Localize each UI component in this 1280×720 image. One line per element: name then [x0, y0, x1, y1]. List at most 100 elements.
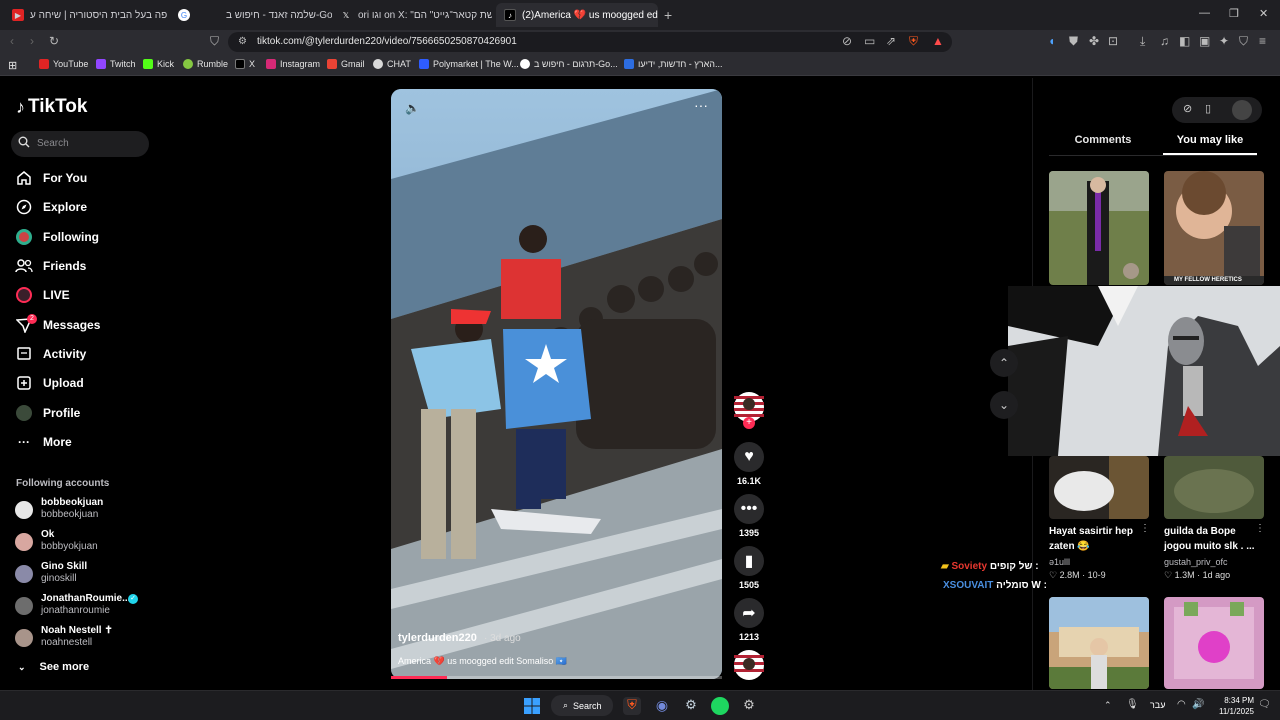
language-indicator[interactable]: עבר — [1150, 700, 1165, 710]
follow-plus-icon[interactable]: + — [743, 417, 755, 429]
bookmark-instagram[interactable]: Instagram — [266, 59, 320, 69]
discord-icon[interactable]: ◉ — [653, 697, 671, 715]
sidebar-icon[interactable]: ◧ — [1179, 34, 1190, 48]
like-button[interactable]: ♥ 16.1K — [734, 442, 764, 486]
video-author[interactable]: ə1ulll — [1049, 557, 1070, 567]
bookmark-haaretz[interactable]: הארץ - חדשות, ידיעו... — [624, 59, 723, 69]
more-options-icon[interactable]: ⋮ — [1140, 523, 1150, 534]
downloads-icon[interactable]: ⤓ — [1140, 34, 1145, 49]
back-icon[interactable]: ‹ — [10, 34, 14, 48]
settings-icon[interactable]: ⚙ — [740, 697, 758, 715]
video-author[interactable]: tylerdurden220 — [398, 632, 477, 644]
notifications-icon[interactable]: 🗨 — [1258, 699, 1271, 710]
video-thumbnail[interactable] — [1049, 456, 1149, 519]
mute-site-icon[interactable]: ⊘ — [842, 34, 852, 48]
url-text[interactable]: tiktok.com/@tylerdurden220/video/7566650… — [257, 36, 517, 47]
video-player[interactable]: 🔈 ··· — [391, 89, 722, 679]
wallet-icon[interactable]: ◖ — [1048, 34, 1055, 48]
tab-you-may-like[interactable]: You may like — [1163, 134, 1257, 146]
forward-icon[interactable]: › — [30, 34, 34, 48]
speaker-icon[interactable]: 🔊 — [1192, 699, 1204, 710]
reload-icon[interactable]: ↻ — [49, 34, 59, 48]
volume-icon[interactable]: 🔈 — [405, 101, 420, 115]
vpn-icon[interactable]: ⛊ — [1069, 34, 1078, 49]
more-options-icon[interactable]: ··· — [694, 97, 708, 113]
brave-browser-icon[interactable]: ⛨ — [623, 697, 641, 715]
share-icon[interactable]: ⇗ — [886, 34, 896, 48]
nav-explore[interactable]: Explore — [14, 196, 87, 218]
translate-icon[interactable]: ⊡ — [1108, 34, 1118, 48]
more-options-icon[interactable]: ⋮ — [1255, 523, 1265, 534]
video-title[interactable]: guilda da Bope jogou muito slk . ... — [1164, 524, 1260, 554]
video-thumbnail[interactable] — [1164, 456, 1264, 519]
windows-start-icon[interactable] — [523, 697, 541, 715]
leo-ai-icon[interactable]: ✦ — [1219, 34, 1229, 48]
clock-time[interactable]: 8:34 PM — [1214, 696, 1254, 705]
bookmark-kick[interactable]: Kick — [143, 59, 174, 69]
bookmark-chat[interactable]: CHAT — [373, 59, 411, 69]
apps-icon[interactable]: ⊞ — [8, 59, 17, 72]
brave-shield-icon[interactable]: ⛨ — [909, 34, 918, 49]
bookmark-rumble[interactable]: Rumble — [183, 59, 228, 69]
nav-following[interactable]: Following — [14, 226, 99, 248]
bookmark-polymarket[interactable]: Polymarket | The W... — [419, 59, 519, 69]
bookmark-youtube[interactable]: YouTube — [39, 59, 88, 69]
browser-tab-3[interactable]: 𝕏 ori וגו on X: "פרשת קטאר־גייט" הם — [332, 3, 492, 27]
autoscroll-icon[interactable]: ⊘ — [1183, 102, 1192, 115]
nav-friends[interactable]: Friends — [14, 255, 86, 277]
share-button[interactable]: ➦ 1213 — [734, 598, 764, 642]
chevron-up-icon[interactable]: ⌃ — [1104, 700, 1112, 711]
nav-activity[interactable]: Activity — [14, 343, 86, 365]
site-info-icon[interactable]: ⚙ — [238, 36, 247, 47]
save-button[interactable]: ▮ 1505 — [734, 546, 764, 590]
browser-tab-2[interactable]: G שלמה זאנד - חיפוש ב-Google — [170, 3, 332, 27]
shields-icon[interactable]: ⛉ — [1239, 34, 1248, 49]
bookmark-page-icon[interactable]: ⛉ — [210, 34, 219, 49]
browser-tab-active[interactable]: ♪ (2)America 💔 us moogged edit ✕ — [496, 3, 658, 27]
nav-upload[interactable]: Upload — [14, 372, 84, 394]
rewards-icon[interactable]: ▲ — [932, 34, 944, 48]
minimize-icon[interactable]: — — [1199, 7, 1210, 19]
media-icon[interactable]: ♫ — [1160, 34, 1169, 48]
author-avatar[interactable]: + — [734, 392, 764, 429]
tab-comments[interactable]: Comments — [1049, 134, 1157, 146]
bookmark-twitch[interactable]: Twitch — [96, 59, 136, 69]
nav-more[interactable]: ··· More — [14, 431, 72, 453]
user-avatar[interactable] — [1232, 100, 1252, 120]
video-author[interactable]: gustah_priv_ofc — [1164, 557, 1228, 567]
video-thumbnail[interactable]: MY FELLOW HERETICS — [1164, 171, 1264, 285]
video-title[interactable]: Hayat sasirtir hep zaten 😂 — [1049, 524, 1145, 554]
music-disc[interactable] — [734, 650, 764, 685]
bookmark-x[interactable]: X — [235, 59, 255, 69]
extensions-icon[interactable]: ✤ — [1089, 34, 1099, 48]
wifi-icon[interactable]: ◠ — [1177, 699, 1186, 710]
restore-icon[interactable]: ❐ — [1229, 7, 1239, 20]
close-window-icon[interactable]: ✕ — [1259, 7, 1268, 20]
tab-search-icon[interactable]: ▣ — [1199, 34, 1210, 48]
spotify-icon[interactable] — [711, 697, 729, 715]
cast-icon[interactable]: ▭ — [864, 34, 875, 48]
steam-icon[interactable]: ⚙ — [682, 697, 700, 715]
video-thumbnail[interactable] — [1049, 597, 1149, 689]
tiktok-logo[interactable]: ♪ TikTok — [16, 96, 87, 118]
menu-icon[interactable]: ≡ — [1259, 34, 1266, 48]
video-thumbnail[interactable] — [1049, 171, 1149, 285]
scroll-up-button[interactable]: ⌃ — [990, 349, 1018, 377]
nav-profile[interactable]: Profile — [14, 402, 80, 424]
see-more-button[interactable]: ⌄ See more — [18, 661, 89, 673]
nav-for-you[interactable]: For You — [14, 167, 87, 189]
device-icon[interactable]: ▯ — [1205, 102, 1211, 115]
taskbar-search[interactable]: ⌕ Search — [551, 695, 613, 716]
video-progress-bar[interactable] — [391, 676, 722, 679]
clock-date[interactable]: 11/1/2025 — [1214, 707, 1254, 716]
bookmark-gmail[interactable]: Gmail — [327, 59, 365, 69]
search-input[interactable] — [11, 131, 149, 157]
nav-live[interactable]: LIVE — [14, 284, 70, 306]
scroll-down-button[interactable]: ⌄ — [990, 391, 1018, 419]
comment-button[interactable]: ••• 1395 — [734, 494, 764, 538]
video-thumbnail[interactable] — [1164, 597, 1264, 689]
browser-tab-1[interactable]: ▶ מי פה בעל הבית היסטוריה | שיחה ע — [4, 3, 170, 27]
bookmark-translate[interactable]: תרגום - חיפוש ב-Go... — [520, 59, 618, 69]
new-tab-button[interactable]: + — [664, 7, 672, 23]
microphone-icon[interactable]: 🎙 — [1126, 699, 1139, 710]
